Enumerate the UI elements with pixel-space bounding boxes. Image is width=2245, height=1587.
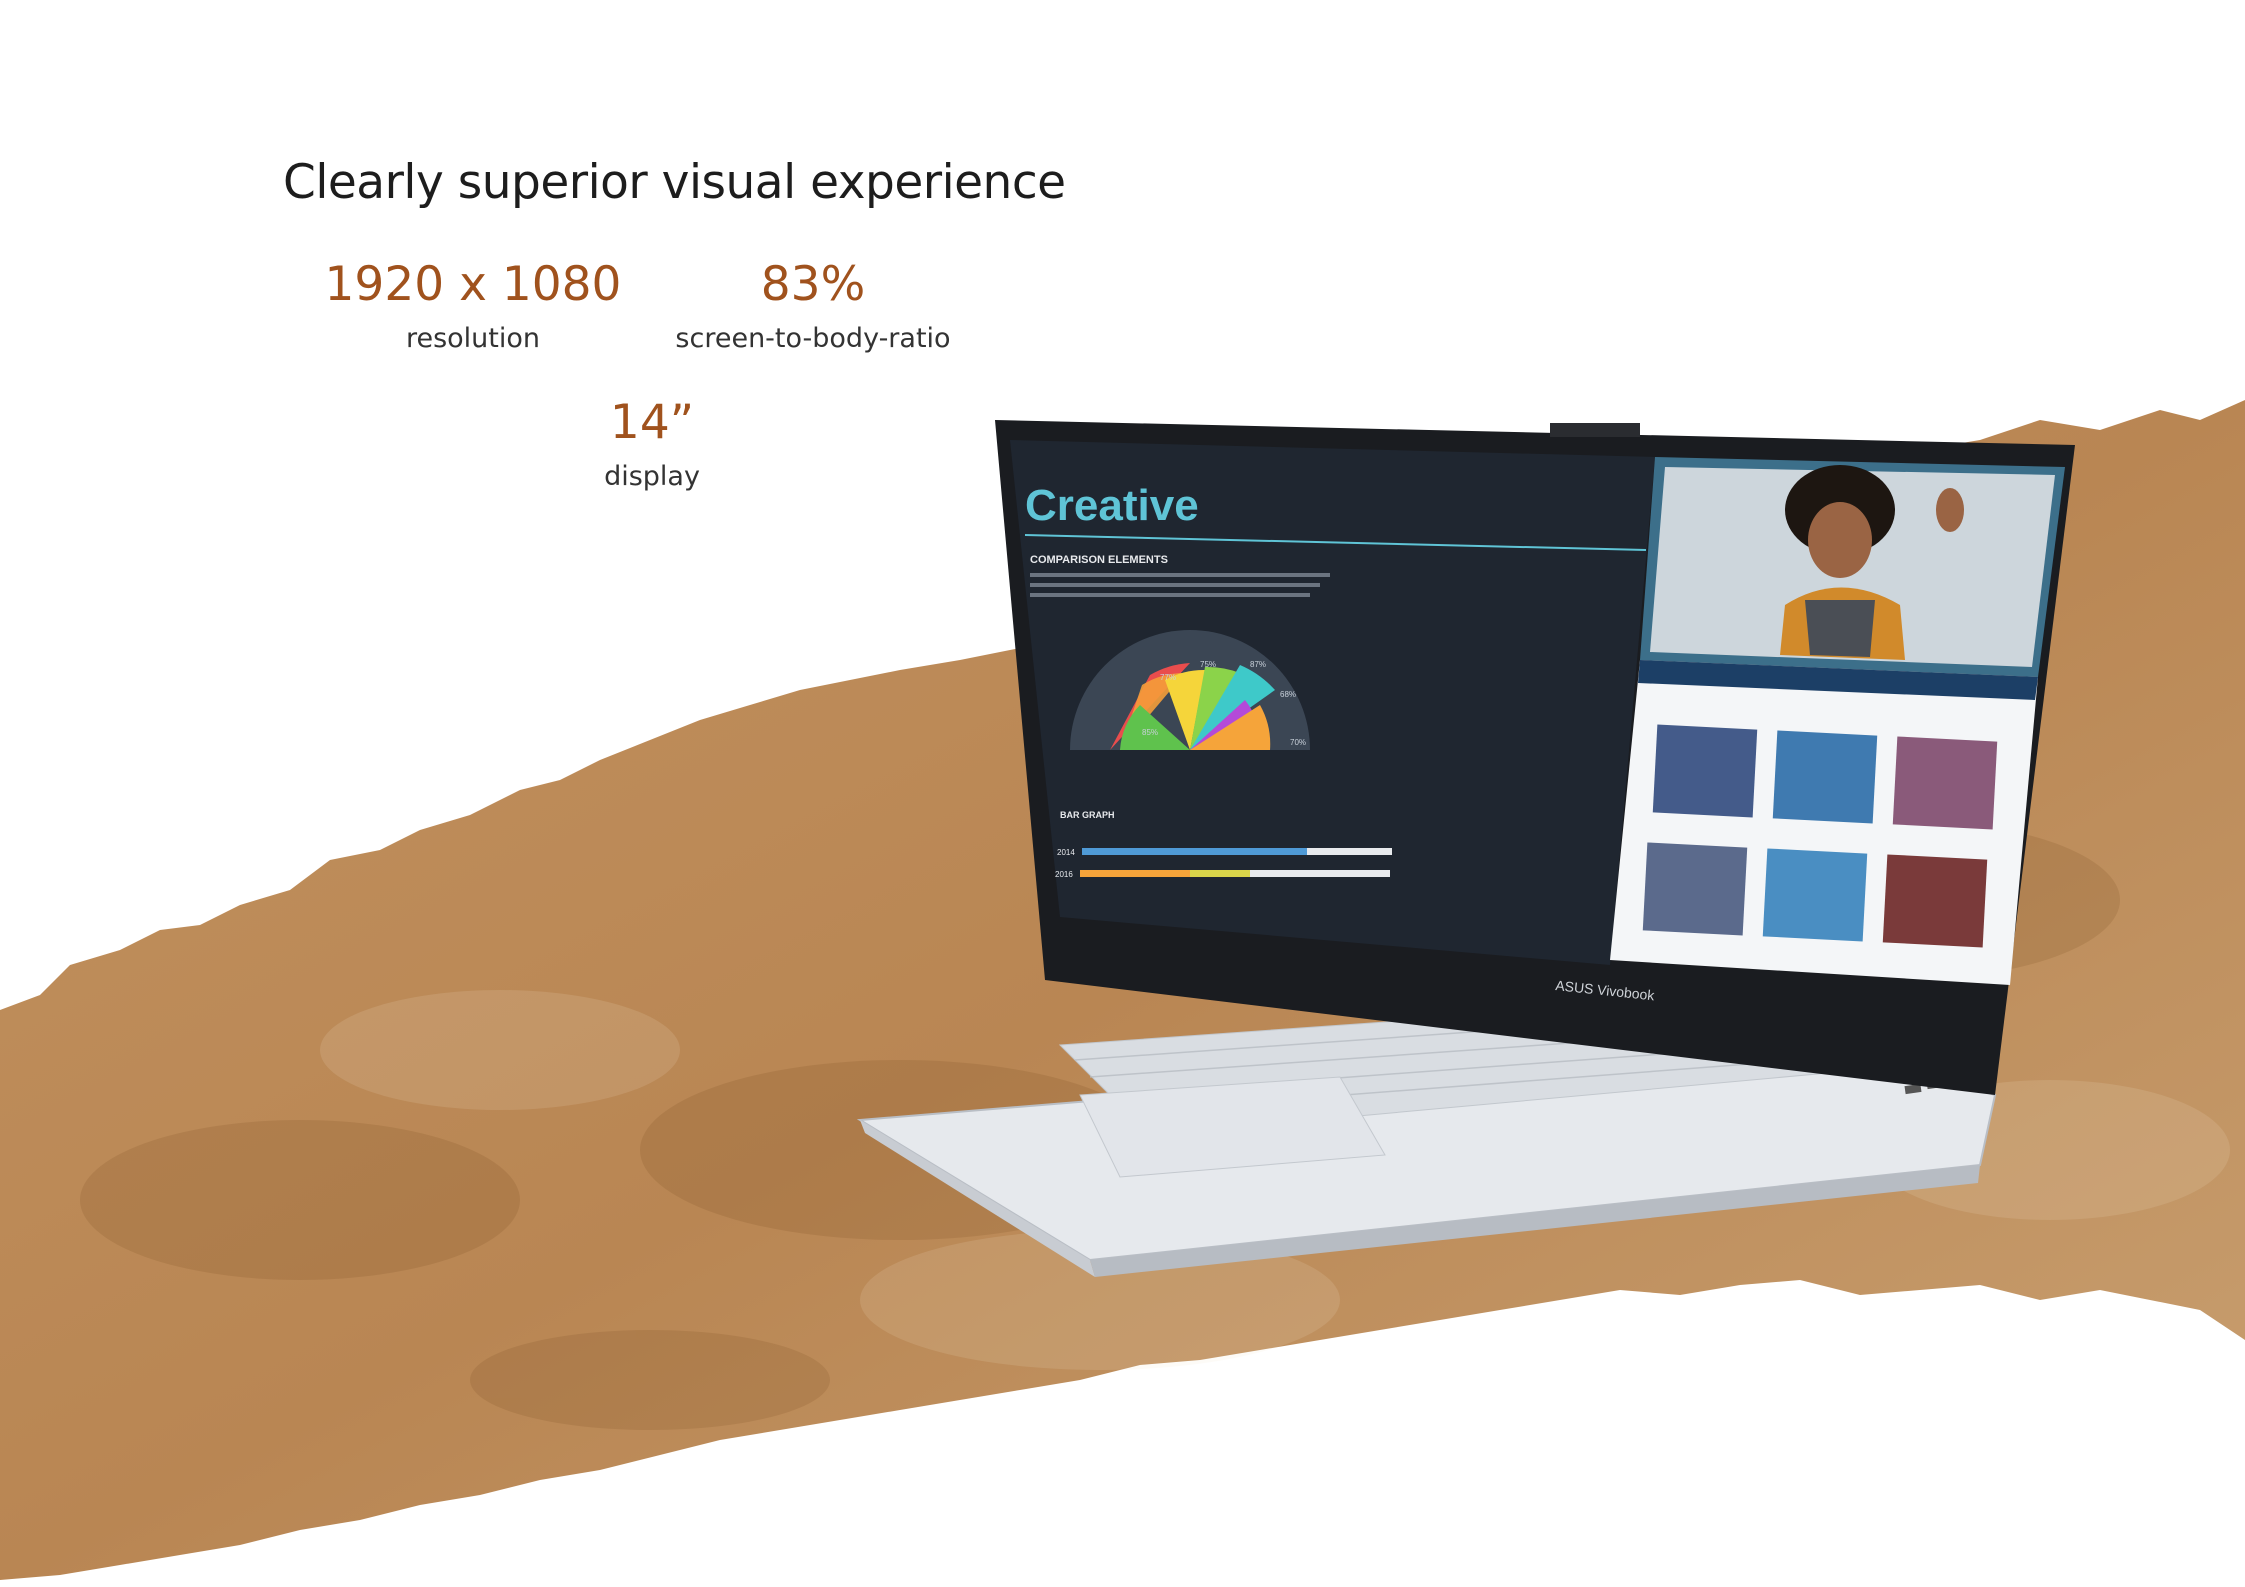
webcam <box>1550 423 1640 437</box>
bar-year: 2016 <box>1055 870 1073 879</box>
laptop-image: ASUS Vivobook Creative COMPARISON ELEMEN… <box>820 405 2090 1285</box>
gauge-label: 75% <box>1200 660 1216 669</box>
gauge-label: 68% <box>1280 690 1296 699</box>
bar-year: 2014 <box>1057 848 1075 857</box>
gauge-label: 87% <box>1250 660 1266 669</box>
bar-2014 <box>1082 848 1307 855</box>
stat-resolution: 1920 x 1080 resolution <box>293 255 653 354</box>
slide-section-1: COMPARISON ELEMENTS <box>1030 554 1168 566</box>
stat-screen-ratio-value: 83% <box>760 257 866 312</box>
stat-display-size-label: display <box>604 461 700 492</box>
bar-2016 <box>1080 870 1190 877</box>
slide-section-2: BAR GRAPH <box>1060 810 1115 820</box>
person-hand <box>1936 488 1964 532</box>
slide-title: Creative <box>1025 481 1199 530</box>
person-face <box>1808 502 1872 578</box>
gauge-label: 70% <box>1290 738 1306 747</box>
stat-screen-ratio: 83% screen-to-body-ratio <box>633 255 993 354</box>
stat-display-size-value: 14” <box>609 395 695 450</box>
gauge-label: 77% <box>1160 673 1176 682</box>
headline: Clearly superior visual experience <box>283 155 1066 210</box>
stat-resolution-label: resolution <box>405 323 541 354</box>
stat-resolution-value: 1920 x 1080 <box>324 257 622 312</box>
stat-display-size: 14” display <box>472 393 832 492</box>
gauge-label: 85% <box>1142 728 1158 737</box>
stat-screen-ratio-label: screen-to-body-ratio <box>675 323 951 354</box>
